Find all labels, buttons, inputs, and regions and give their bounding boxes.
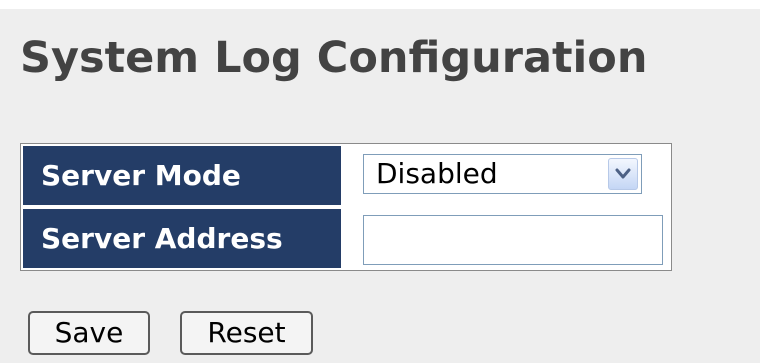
- server-address-cell: [343, 209, 669, 268]
- system-log-config-table: Server Mode Disabled Server Address: [20, 143, 672, 271]
- server-address-row: Server Address: [21, 207, 671, 270]
- save-button[interactable]: Save: [28, 311, 150, 355]
- server-mode-row: Server Mode Disabled: [21, 144, 671, 207]
- server-mode-cell: Disabled: [343, 146, 669, 205]
- server-mode-label: Server Mode: [23, 146, 341, 205]
- server-mode-select[interactable]: Disabled: [363, 154, 642, 194]
- content-panel: System Log Configuration Server Mode Dis…: [0, 9, 760, 363]
- chevron-down-icon[interactable]: [608, 158, 638, 190]
- reset-button[interactable]: Reset: [180, 311, 313, 355]
- server-address-input[interactable]: [363, 215, 663, 265]
- page-title: System Log Configuration: [20, 33, 648, 83]
- server-mode-selected-value: Disabled: [376, 157, 498, 190]
- server-address-label: Server Address: [23, 209, 341, 268]
